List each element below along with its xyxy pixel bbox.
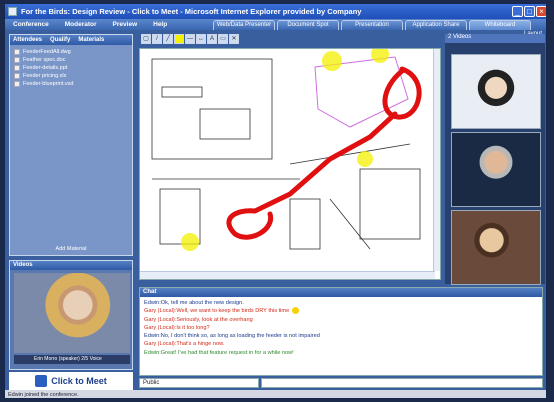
list-item[interactable]: Feeder-blueprint.vsd [14,80,128,88]
file-icon [14,49,20,55]
select-tool-icon[interactable]: ▢ [141,34,151,44]
tab-app-share[interactable]: Application Share [405,20,467,30]
participant-videos-header[interactable]: 2 Videos [445,34,545,43]
window-title: For the Birds: Design Review - Click to … [21,7,362,16]
materials-list: FeederFeedAll.dwg Feather spec.doc Feede… [10,45,132,91]
tab-whiteboard[interactable]: Whiteboard [469,20,531,30]
chat-messages: Edwin:Ok, tell me about the new design. … [140,297,542,359]
video-panel-title: Videos [10,261,132,270]
video-caption: Erin Morro (speaker) 2/5 Voice [14,355,130,364]
line-width-icon[interactable]: — [185,34,195,44]
arrow-tool-icon[interactable]: ↔ [196,34,206,44]
chat-message: Gary (Local):Seriously, look at the over… [144,316,253,323]
title-bar: For the Birds: Design Review - Click to … [5,4,546,19]
menu-preview[interactable]: Preview [105,21,146,28]
list-item[interactable]: Feeder pricing.xls [14,72,128,80]
tab-qualify[interactable]: Qualify [50,37,70,43]
minimize-button[interactable]: _ [512,6,523,17]
list-item[interactable]: Feeder-details.ppt [14,64,128,72]
blueprint-drawing [151,49,422,251]
chat-message: Edwin:No, I don't think so, as long as l… [144,333,320,340]
attendees-panel: Attendees Qualify Materials FeederFeedAl… [9,34,133,256]
vertical-scrollbar[interactable] [433,49,440,271]
app-icon [8,7,17,16]
tab-presentation[interactable]: Presentation [341,20,403,30]
chat-message: Gary (Local):That's a hinge now. [144,341,225,348]
chat-message: Gary (Local):Is it too long? [144,324,210,331]
list-item[interactable]: Feather spec.doc [14,56,128,64]
chat-message: Edwin:Great! I've had that feature reque… [144,349,294,356]
text-tool-icon[interactable]: A [207,34,217,44]
eraser-tool-icon[interactable]: ▭ [218,34,228,44]
video-panel: Videos Erin Morro (speaker) 2/5 Voice [9,260,133,370]
presentation-tabs: Web/Data Presenter Document Spot Present… [213,20,533,30]
close-button[interactable]: × [536,6,546,17]
chat-recipient-select[interactable]: Public [139,378,259,388]
file-icon [14,81,20,87]
participant-video [451,132,541,207]
participant-video [451,210,541,285]
horizontal-scrollbar[interactable] [140,271,435,279]
status-bar: Edwin joined the conference. [5,390,546,398]
chat-message: Edwin:Ok, tell me about the new design. [144,300,244,306]
whiteboard-canvas[interactable] [139,48,441,280]
line-tool-icon[interactable]: ╱ [163,34,173,44]
highlighter-tool-icon[interactable] [174,34,184,44]
maximize-button[interactable]: □ [524,6,535,17]
tab-document[interactable]: Document Spot [277,20,339,30]
add-material-button[interactable]: Add Material [10,246,132,252]
browser-window: For the Birds: Design Review - Click to … [4,3,547,399]
tab-materials[interactable]: Materials [78,37,104,43]
pen-tool-icon[interactable]: / [152,34,162,44]
attendees-header: Attendees Qualify Materials [10,35,132,45]
menu-help[interactable]: Help [145,21,175,28]
speaker-video [14,273,130,353]
tab-attendees[interactable]: Attendees [13,37,42,43]
chat-input-row: Public [139,378,543,388]
participant-videos: 2 Videos [445,34,545,285]
chat-title: Chat [140,288,542,297]
logo-text: Click to Meet [51,376,107,386]
participant-video [451,54,541,129]
clear-tool-icon[interactable]: ✕ [229,34,239,44]
menu-conference[interactable]: Conference [5,21,57,28]
chat-input[interactable] [261,378,543,388]
file-icon [14,65,20,71]
list-item[interactable]: FeederFeedAll.dwg [14,48,128,56]
whiteboard-toolbar: ▢ / ╱ — ↔ A ▭ ✕ [141,34,240,45]
menu-moderator[interactable]: Moderator [57,21,105,28]
tab-web-data[interactable]: Web/Data Presenter [213,20,275,30]
file-icon [14,73,20,79]
smiley-icon [292,307,300,315]
click-to-meet-logo: Click to Meet [9,372,133,390]
chat-message: Gary (Local):Well, we want to keep the b… [144,307,538,315]
file-icon [14,57,20,63]
logo-icon [35,375,48,387]
chat-panel: Chat Edwin:Ok, tell me about the new des… [139,287,543,376]
